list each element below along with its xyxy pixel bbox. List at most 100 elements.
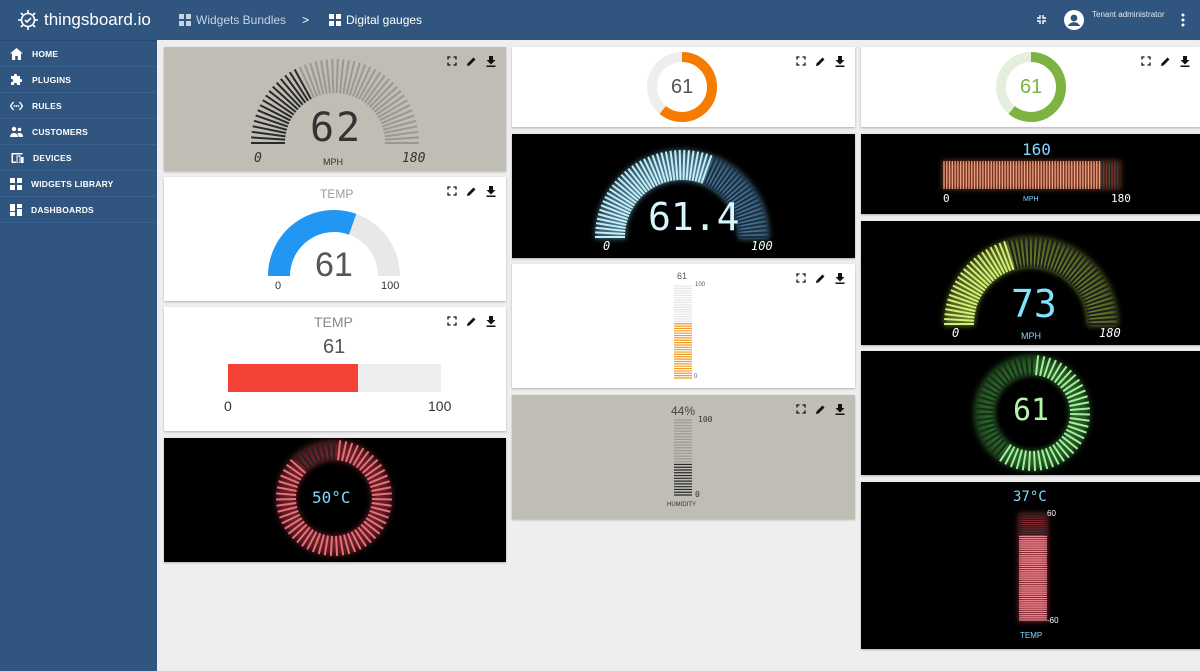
gauge-tick — [331, 59, 335, 94]
temp-arc-min: 0 — [275, 280, 282, 292]
gauge-tick — [1068, 421, 1089, 428]
gauge-tick — [1037, 450, 1043, 471]
speed-gauge-min: 0 — [254, 151, 262, 166]
humidity-max: 100 — [698, 415, 713, 424]
sidebar-item-plugins[interactable]: PLUGINS — [0, 67, 157, 93]
donut-orange-value: 61 — [671, 76, 694, 98]
gauge-tick — [289, 459, 307, 474]
widget-arc-neon-blue[interactable]: 61.4 0 100 — [512, 134, 855, 258]
widget-temp-bar[interactable]: TEMP 61 0 100 — [164, 307, 506, 431]
gauge-tick — [371, 498, 393, 501]
fullscreen-icon[interactable] — [447, 316, 457, 326]
fullscreen-icon[interactable] — [447, 186, 457, 196]
sidebar-item-dashboards[interactable]: DASHBOARDS — [0, 197, 157, 223]
breadcrumb-widgets-bundles[interactable]: Widgets Bundles — [196, 13, 286, 27]
gauge-tick — [369, 81, 395, 108]
widget-donut-green[interactable]: 61 — [861, 47, 1200, 127]
gauge-tick — [682, 150, 686, 181]
gauge-tick — [1024, 355, 1029, 376]
sidebar-item-rules[interactable]: RULES — [0, 93, 157, 119]
sidebar-item-home[interactable]: HOME — [0, 41, 157, 67]
sidebar-item-label: CUSTOMERS — [32, 126, 88, 137]
gauge-tick — [276, 486, 297, 492]
gauge-tick — [991, 369, 1007, 386]
widgets-icon — [10, 177, 22, 190]
edit-icon[interactable] — [466, 56, 477, 67]
gauge-tick — [359, 454, 375, 471]
widget-toolbar — [796, 404, 845, 415]
gauge-tick — [355, 450, 370, 469]
widget-arc-neon-yellow[interactable]: 73 MPH 0 180 — [861, 221, 1200, 345]
gauge-tick — [595, 231, 626, 235]
vbar-orange-ticks — [674, 285, 692, 379]
gauge-tick — [301, 529, 314, 547]
widget-donut-orange[interactable]: 61 — [512, 47, 855, 127]
widget-humidity[interactable]: 44% 100 0 HUMIDITY — [512, 395, 855, 519]
gauge-tick — [363, 520, 381, 535]
fullscreen-icon[interactable] — [796, 273, 806, 283]
hbar-mph-unit: MPH — [1023, 196, 1039, 203]
sidebar-item-label: HOME — [32, 48, 59, 59]
widget-vbar-temp[interactable]: 37°C 60 -60 TEMP — [861, 482, 1200, 649]
edit-icon[interactable] — [466, 316, 477, 327]
gauge-tick — [974, 417, 995, 422]
widget-vbar-orange[interactable]: 61 100 0 — [512, 264, 855, 388]
edit-icon[interactable] — [466, 186, 477, 197]
widget-donut-neon-green[interactable]: 61 — [861, 351, 1200, 475]
gauge-tick — [287, 520, 305, 535]
gauge-tick — [320, 441, 327, 462]
gauge-tick — [335, 59, 339, 94]
fullscreen-icon[interactable] — [1141, 56, 1151, 66]
widget-temp-arc[interactable]: TEMP 61 0 100 — [164, 177, 506, 301]
sidebar-item-customers[interactable]: CUSTOMERS — [0, 119, 157, 145]
gauge-tick — [371, 502, 392, 507]
gauge-tick — [985, 435, 1003, 450]
arc-neon-yellow-min: 0 — [952, 326, 960, 340]
temp-bar-title: TEMP — [314, 314, 353, 330]
gauge-tick — [354, 529, 367, 547]
fullscreen-icon[interactable] — [796, 56, 806, 66]
gauge-tick — [738, 231, 769, 235]
gauge-tick — [1052, 444, 1065, 462]
fullscreen-exit-icon[interactable] — [1036, 14, 1047, 25]
sidebar: HOME PLUGINS RULES CUSTOMERS DEVICES WID… — [0, 40, 157, 671]
edit-icon[interactable] — [815, 56, 826, 67]
gauge-tick — [1027, 237, 1031, 268]
account-circle-icon[interactable] — [1064, 10, 1084, 30]
sidebar-item-devices[interactable]: DEVICES — [0, 145, 157, 171]
download-icon[interactable] — [486, 186, 496, 197]
temp-bar-fill — [228, 364, 358, 392]
fullscreen-icon[interactable] — [447, 56, 457, 66]
widget-speed-gauge[interactable]: 62 MPH 0 180 — [164, 47, 506, 171]
gauge-tick — [296, 526, 311, 544]
sidebar-item-widgets-library[interactable]: WIDGETS LIBRARY — [0, 171, 157, 197]
gauge-tick — [1035, 355, 1040, 376]
app-logo[interactable]: thingsboard.io — [16, 8, 151, 32]
download-icon[interactable] — [835, 56, 845, 67]
download-icon[interactable] — [486, 56, 496, 67]
widget-toolbar — [796, 273, 845, 284]
vbar-temp-value: 37°C — [1013, 489, 1047, 505]
download-icon[interactable] — [835, 404, 845, 415]
edit-icon[interactable] — [815, 273, 826, 284]
gauge-tick — [341, 441, 348, 462]
arc-neon-blue-value: 61.4 — [648, 195, 740, 239]
widget-hbar-mph[interactable]: 160 0 180 MPH — [861, 134, 1200, 214]
humidity-min: 0 — [695, 490, 700, 499]
gauge-tick — [1027, 450, 1031, 471]
supervisor-account-icon — [10, 126, 23, 137]
gauge-tick — [738, 226, 769, 232]
fullscreen-icon[interactable] — [796, 404, 806, 414]
sidebar-item-label: RULES — [32, 100, 62, 111]
devices-other-icon — [11, 153, 24, 163]
gauge-tick — [275, 498, 297, 501]
download-icon[interactable] — [835, 273, 845, 284]
edit-icon[interactable] — [1160, 56, 1171, 67]
widget-temp-donut[interactable]: 50°C — [164, 438, 506, 562]
hbar-mph-value: 160 — [1022, 140, 1051, 159]
download-icon[interactable] — [486, 316, 496, 327]
vbar-temp-face — [1019, 514, 1047, 621]
more-vert-icon[interactable] — [1181, 13, 1185, 27]
edit-icon[interactable] — [815, 404, 826, 415]
download-icon[interactable] — [1180, 56, 1190, 67]
